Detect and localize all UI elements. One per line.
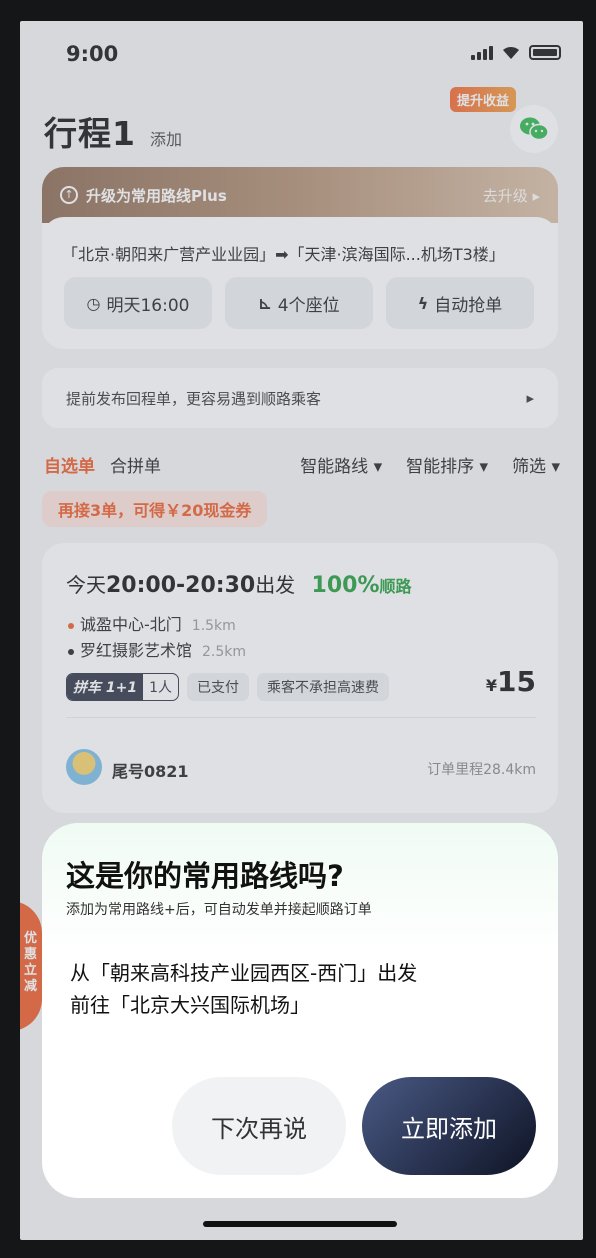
later-button[interactable]: 下次再说 bbox=[172, 1077, 346, 1175]
dialog-route: 从「朝来高科技产业园西区-西门」出发 前往「北京大兴国际机场」 bbox=[70, 957, 417, 1021]
common-route-dialog: 这是你的常用路线吗? 添加为常用路线+后，可自动发单并接起顺路订单 从「朝来高科… bbox=[42, 823, 558, 1198]
home-indicator[interactable] bbox=[203, 1221, 397, 1227]
dialog-route-to: 前往「北京大兴国际机场」 bbox=[70, 993, 310, 1017]
phone-screen: 9:00 行程1 添加 提升收益 ↑ 升级为常用路线Plus 去升级 ▸ 「北京… bbox=[20, 21, 583, 1240]
dialog-route-from: 从「朝来高科技产业园西区-西门」出发 bbox=[70, 961, 418, 985]
dialog-subtitle: 添加为常用路线+后，可自动发单并接起顺路订单 bbox=[66, 902, 372, 918]
add-now-button[interactable]: 立即添加 bbox=[362, 1077, 536, 1175]
dialog-title: 这是你的常用路线吗? bbox=[66, 859, 344, 893]
